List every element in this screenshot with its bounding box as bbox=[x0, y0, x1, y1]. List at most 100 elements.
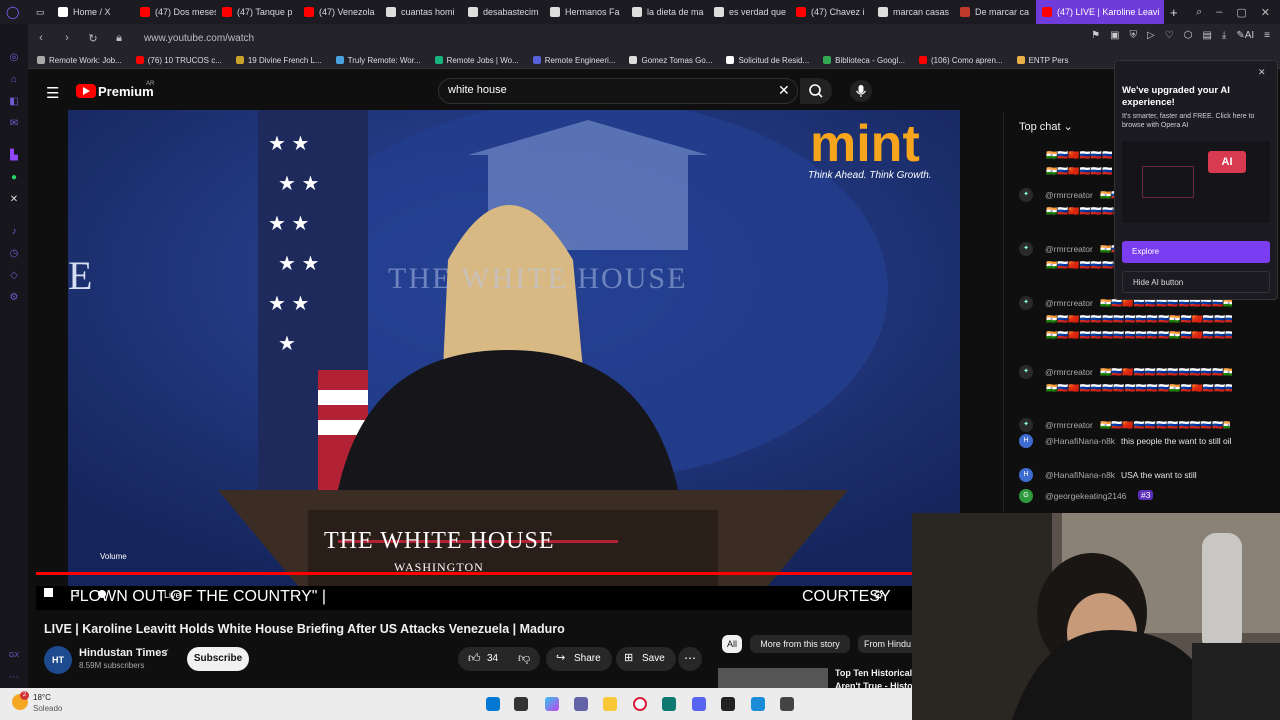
music-icon[interactable]: ♪ bbox=[8, 226, 20, 238]
file-explorer-icon[interactable] bbox=[603, 697, 617, 711]
pinboard-icon[interactable]: ◇ bbox=[8, 270, 20, 282]
browser-tab[interactable]: la dieta de ma bbox=[626, 0, 708, 24]
messenger-icon[interactable]: ◧ bbox=[8, 96, 20, 108]
sidebar-more-icon[interactable]: ⋯ bbox=[8, 672, 20, 684]
minimize-icon[interactable]: – bbox=[1216, 6, 1222, 18]
voice-search-button[interactable] bbox=[850, 80, 872, 102]
browser-tab[interactable]: (47) Dos meses bbox=[134, 0, 216, 24]
opera-menu-icon[interactable]: ◯ bbox=[0, 0, 30, 24]
youtube-logo-icon[interactable] bbox=[76, 84, 96, 98]
tab-overview-icon[interactable]: ▭ bbox=[30, 0, 52, 24]
new-tab-button[interactable]: + bbox=[1164, 0, 1182, 24]
bookmark-item[interactable]: Biblioteca - Googl... bbox=[816, 56, 912, 65]
bookmark-item[interactable]: (106) Como apren... bbox=[912, 56, 1010, 65]
wallet-icon[interactable]: ▤ bbox=[1202, 30, 1211, 41]
close-window-icon[interactable]: ✕ bbox=[1261, 6, 1270, 19]
obs-icon[interactable] bbox=[721, 697, 735, 711]
chat-username[interactable]: @rmrcreator bbox=[1045, 190, 1093, 200]
video-player[interactable]: ★ ★ ★ ★ ★ ★ ★ ★ ★ ★ ★ THE WHITE HOUSE mint T… bbox=[68, 110, 960, 586]
chat-username[interactable]: @HanafiNana-n8k bbox=[1045, 436, 1115, 446]
suggested-title[interactable]: Top Ten Historical bbox=[835, 668, 912, 678]
more-actions-icon[interactable]: ⋯ bbox=[678, 647, 702, 671]
progress-bar[interactable] bbox=[36, 572, 912, 575]
subscribe-button[interactable]: Subscribe bbox=[187, 647, 249, 671]
volume-icon[interactable]: 🔈︎ bbox=[76, 588, 82, 599]
browser-tab[interactable]: (47) LIVE | Karoline Leavi bbox=[1036, 0, 1164, 24]
mail-icon[interactable]: ✉ bbox=[8, 118, 20, 130]
chat-username[interactable]: @rmrcreator bbox=[1045, 367, 1093, 377]
clear-search-icon[interactable]: ✕ bbox=[778, 82, 790, 99]
explore-button[interactable]: Explore bbox=[1122, 241, 1270, 263]
vpn-icon[interactable]: GX bbox=[8, 650, 20, 662]
bookmark-item[interactable]: Remote Work: Job... bbox=[30, 56, 129, 65]
task-view-icon[interactable] bbox=[514, 697, 528, 711]
app-icon[interactable] bbox=[662, 697, 676, 711]
browser-tab[interactable]: Hermanos Fa bbox=[544, 0, 626, 24]
bookmark-item[interactable]: Remote Jobs | Wo... bbox=[428, 56, 526, 65]
vpn-app-icon[interactable] bbox=[751, 697, 765, 711]
calculator-icon[interactable] bbox=[780, 697, 794, 711]
discord-icon[interactable] bbox=[692, 697, 706, 711]
bookmark-icon[interactable]: ⚑ bbox=[1091, 30, 1100, 41]
extensions-icon[interactable]: ⬡ bbox=[1184, 30, 1193, 41]
browser-tab[interactable]: (47) Chavez i bbox=[790, 0, 872, 24]
chat-username[interactable]: @rmrcreator bbox=[1045, 420, 1093, 430]
browser-tab[interactable]: (47) Venezola bbox=[298, 0, 380, 24]
chip-all[interactable]: All bbox=[722, 635, 742, 653]
workspaces-icon[interactable]: ⌂ bbox=[8, 74, 20, 86]
browser-tab[interactable]: es verdad que bbox=[708, 0, 790, 24]
channel-avatar[interactable]: HT bbox=[44, 646, 72, 674]
browser-tab[interactable]: De marcar ca bbox=[954, 0, 1036, 24]
chat-username[interactable]: @HanafiNana-n8k bbox=[1045, 470, 1115, 480]
like-icon[interactable]: 👍︎ bbox=[468, 651, 481, 666]
hamburger-menu-icon[interactable]: ☰ bbox=[46, 84, 59, 102]
teams-icon[interactable] bbox=[574, 697, 588, 711]
bookmark-item[interactable]: Solicitud de Resid... bbox=[719, 56, 816, 65]
x-icon[interactable]: ✕ bbox=[8, 194, 20, 206]
heart-icon[interactable]: ♡ bbox=[1165, 30, 1174, 41]
opera-icon[interactable] bbox=[633, 697, 647, 711]
browser-tab[interactable]: (47) Tanque p bbox=[216, 0, 298, 24]
volume-slider-handle[interactable] bbox=[98, 590, 106, 598]
suggested-thumbnail[interactable] bbox=[718, 668, 828, 688]
bookmark-item[interactable]: 19 Divine French L... bbox=[229, 56, 329, 65]
stop-button[interactable] bbox=[44, 588, 53, 597]
url-field[interactable]: www.youtube.com/watch bbox=[144, 33, 254, 44]
ai-button[interactable]: ✎AI bbox=[1236, 30, 1254, 41]
browser-tab[interactable]: marcan casas bbox=[872, 0, 954, 24]
history-icon[interactable]: ◷ bbox=[8, 248, 20, 260]
search-button[interactable] bbox=[800, 78, 832, 104]
bookmark-item[interactable]: Remote Engineeri... bbox=[526, 56, 623, 65]
bookmark-item[interactable]: Truly Remote: Wor... bbox=[329, 56, 428, 65]
search-tabs-icon[interactable]: ⌕ bbox=[1196, 6, 1202, 19]
aria-icon[interactable]: ◎ bbox=[8, 52, 20, 64]
settings-gear-icon[interactable]: ⚙ bbox=[873, 588, 884, 602]
maximize-icon[interactable]: ▢ bbox=[1236, 6, 1246, 19]
player-icon[interactable]: ▷ bbox=[1147, 30, 1155, 41]
chat-username[interactable]: @rmrcreator bbox=[1045, 298, 1093, 308]
channel-name[interactable]: Hindustan Times bbox=[79, 647, 167, 659]
hide-ai-button[interactable]: Hide AI button bbox=[1122, 271, 1270, 293]
bookmark-item[interactable]: Gomez Tomas Go... bbox=[622, 56, 719, 65]
settings-icon[interactable]: ⚙ bbox=[8, 292, 20, 304]
browser-tab[interactable]: Home / X bbox=[52, 0, 134, 24]
menu-icon[interactable]: ≡ bbox=[1264, 30, 1270, 41]
browser-tab[interactable]: desabastecim bbox=[462, 0, 544, 24]
twitch-icon[interactable]: ▙ bbox=[8, 150, 20, 162]
top-chat-dropdown[interactable]: Top chat ⌄ bbox=[1019, 120, 1073, 133]
snapshot-icon[interactable]: ▣ bbox=[1110, 30, 1119, 41]
chip-from-hindustan[interactable]: From Hindu bbox=[858, 635, 912, 653]
windows-start-icon[interactable] bbox=[486, 697, 500, 711]
download-icon[interactable]: ⤓ bbox=[1222, 30, 1226, 41]
shield-icon[interactable]: ⛨ bbox=[1130, 30, 1138, 41]
back-icon[interactable]: ‹ bbox=[34, 32, 48, 44]
dislike-icon[interactable]: 👎︎ bbox=[518, 651, 530, 666]
bookmark-item[interactable]: (76) 10 TRUCOS c... bbox=[129, 56, 229, 65]
chat-username[interactable]: @georgekeating2146 bbox=[1045, 491, 1126, 501]
browser-tab[interactable]: cuantas homi bbox=[380, 0, 462, 24]
reload-icon[interactable]: ↻ bbox=[86, 32, 100, 45]
whatsapp-icon[interactable]: ● bbox=[8, 172, 20, 184]
chat-username[interactable]: @rmrcreator bbox=[1045, 244, 1093, 254]
chip-more-from-story[interactable]: More from this story bbox=[750, 635, 850, 653]
copilot-icon[interactable] bbox=[545, 697, 559, 711]
